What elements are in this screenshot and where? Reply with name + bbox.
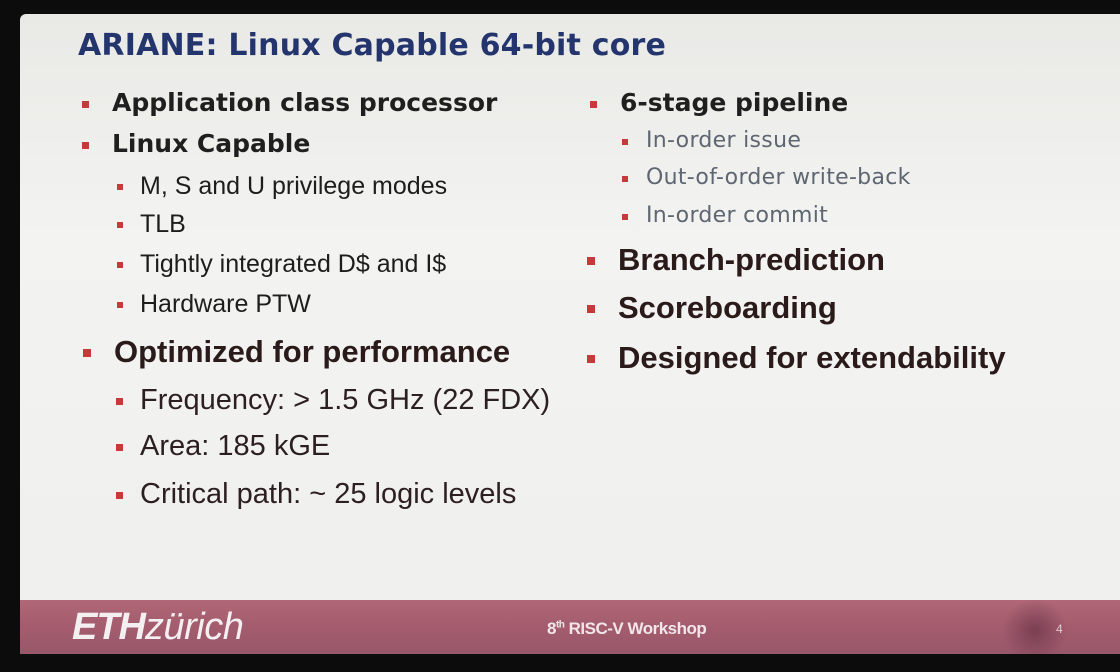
bullet-square-icon bbox=[117, 262, 123, 268]
bullet-branch-prediction: Branch-prediction bbox=[587, 242, 885, 278]
bullet-label: In-order issue bbox=[646, 128, 802, 153]
eth-zurich-logo: ETHzürich bbox=[72, 606, 244, 649]
bullet-label: TLB bbox=[140, 210, 186, 238]
subbullet-caches: Tightly integrated D$ and I$ bbox=[117, 250, 447, 279]
subbullet-in-order-commit: In-order commit bbox=[622, 203, 829, 228]
bullet-designed-for-extendability: Designed for extendability bbox=[587, 340, 1006, 376]
bullet-label: M, S and U privilege modes bbox=[140, 172, 448, 200]
bullet-square-icon bbox=[116, 492, 123, 499]
bullet-label: Linux Capable bbox=[112, 129, 311, 158]
bullet-square-icon bbox=[587, 305, 595, 313]
bullet-square-icon bbox=[587, 355, 595, 363]
bullet-label: Tightly integrated D$ and I$ bbox=[140, 250, 447, 278]
bullet-square-icon bbox=[622, 214, 628, 220]
projection-glare bbox=[1000, 600, 1070, 654]
bullet-linux-capable: Linux Capable bbox=[82, 129, 311, 158]
bullet-label: Hardware PTW bbox=[140, 290, 311, 318]
bullet-label: 6-stage pipeline bbox=[620, 88, 849, 117]
subbullet-frequency: Frequency: > 1.5 GHz (22 FDX) bbox=[116, 384, 551, 417]
logo-zurich-text: zürich bbox=[145, 606, 244, 648]
bullet-label: Out-of-order write-back bbox=[646, 165, 911, 190]
bullet-label: In-order commit bbox=[646, 203, 829, 228]
slide-title: ARIANE: Linux Capable 64-bit core bbox=[78, 28, 667, 63]
subbullet-in-order-issue: In-order issue bbox=[622, 128, 802, 153]
event-title: RISC-V Workshop bbox=[564, 619, 707, 638]
bullet-application-class: Application class processor bbox=[82, 88, 498, 117]
bullet-square-icon bbox=[117, 222, 123, 228]
event-ordinal: 8 bbox=[547, 619, 556, 638]
bullet-label: Critical path: ~ 25 logic levels bbox=[140, 478, 517, 510]
bullet-label: Designed for extendability bbox=[618, 340, 1006, 375]
bullet-label: Frequency: > 1.5 GHz (22 FDX) bbox=[140, 384, 551, 416]
logo-eth-text: ETH bbox=[72, 606, 146, 648]
bullet-square-icon bbox=[117, 184, 123, 190]
bullet-square-icon bbox=[82, 101, 89, 108]
bullet-square-icon bbox=[622, 139, 628, 145]
bullet-six-stage-pipeline: 6-stage pipeline bbox=[590, 88, 849, 117]
subbullet-critical-path: Critical path: ~ 25 logic levels bbox=[116, 478, 517, 511]
subbullet-out-of-order-writeback: Out-of-order write-back bbox=[622, 165, 911, 190]
slide-footer: ETHzürich 8th RISC-V Workshop 4 bbox=[20, 600, 1120, 654]
bullet-label: Branch-prediction bbox=[618, 242, 885, 277]
bullet-optimized-performance: Optimized for performance bbox=[83, 334, 511, 370]
bullet-label: Scoreboarding bbox=[618, 290, 837, 325]
bullet-label: Optimized for performance bbox=[114, 334, 511, 369]
bullet-square-icon bbox=[116, 398, 123, 405]
bullet-square-icon bbox=[587, 257, 595, 265]
bullet-square-icon bbox=[116, 444, 123, 451]
bullet-square-icon bbox=[590, 101, 597, 108]
bullet-scoreboarding: Scoreboarding bbox=[587, 290, 837, 326]
subbullet-privilege-modes: M, S and U privilege modes bbox=[117, 172, 448, 201]
presentation-slide: ARIANE: Linux Capable 64-bit core Applic… bbox=[20, 14, 1120, 654]
bullet-square-icon bbox=[117, 302, 123, 308]
event-name: 8th RISC-V Workshop bbox=[547, 619, 707, 639]
bullet-label: Application class processor bbox=[112, 88, 498, 117]
bullet-label: Area: 185 kGE bbox=[140, 430, 331, 462]
bullet-square-icon bbox=[622, 176, 628, 182]
subbullet-tlb: TLB bbox=[117, 210, 186, 239]
subbullet-area: Area: 185 kGE bbox=[116, 430, 331, 463]
bullet-square-icon bbox=[83, 349, 91, 357]
subbullet-hardware-ptw: Hardware PTW bbox=[117, 290, 311, 319]
bullet-square-icon bbox=[82, 142, 89, 149]
